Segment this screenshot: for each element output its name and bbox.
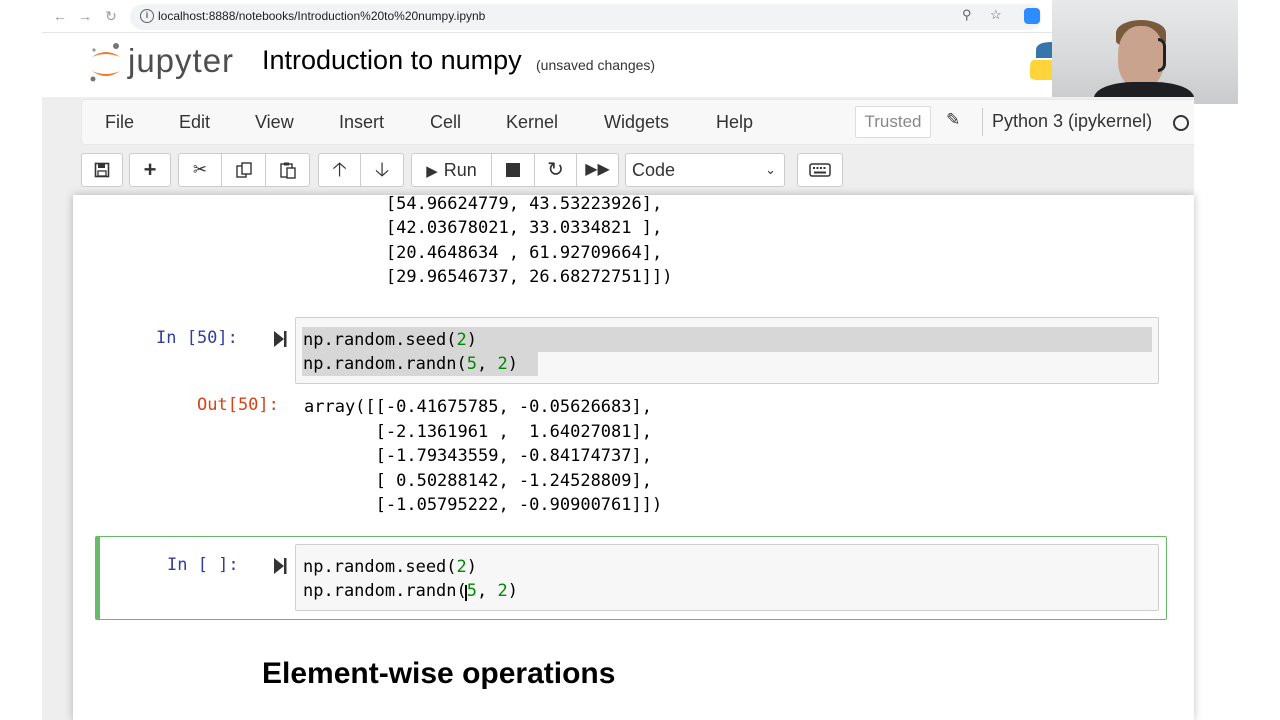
- copy-icon: [235, 162, 252, 178]
- menu-edit[interactable]: Edit: [179, 112, 210, 133]
- code-line: np.random.seed(2): [303, 330, 478, 350]
- restart-icon: ↻: [547, 159, 564, 181]
- url-text: localhost:8888/notebooks/Introduction%20…: [158, 9, 486, 23]
- output-line: [-2.1361961 , 1.64027081],: [304, 422, 652, 442]
- code-line: np.random.randn(5, 2): [303, 354, 518, 374]
- code-line: np.random.seed(2): [303, 557, 478, 577]
- menu-file[interactable]: File: [105, 112, 134, 133]
- fast-forward-icon: ▶▶: [585, 161, 610, 178]
- chevron-down-icon: ⌄: [765, 162, 776, 177]
- trusted-indicator[interactable]: Trusted: [855, 106, 931, 138]
- jupyter-logo-icon[interactable]: [88, 41, 124, 83]
- output-line: array([[-0.41675785, -0.05626683],: [304, 397, 652, 417]
- arrow-up-icon: 🡡: [332, 159, 347, 181]
- cut-button[interactable]: ✂: [178, 153, 222, 187]
- jupyter-wordmark[interactable]: jupyter: [128, 42, 234, 80]
- save-status: (unsaved changes): [536, 57, 656, 73]
- reload-icon[interactable]: ↻: [101, 6, 121, 26]
- code-input[interactable]: np.random.seed(2) np.random.randn(5, 2): [295, 544, 1159, 611]
- input-prompt: In [50]:: [156, 328, 238, 348]
- webcam-overlay: [1052, 0, 1238, 104]
- edit-pencil-icon[interactable]: ✎: [946, 110, 960, 130]
- output-prompt: Out[50]:: [197, 395, 279, 415]
- notebook-scroll-area[interactable]: [54.96624779, 43.53223926], [42.03678021…: [42, 194, 1194, 720]
- notebook-title[interactable]: Introduction to numpy: [262, 45, 522, 76]
- stop-icon: [506, 163, 520, 177]
- notebook-container: [54.96624779, 43.53223926], [42.03678021…: [73, 194, 1194, 720]
- menu-insert[interactable]: Insert: [339, 112, 384, 133]
- menu-kernel[interactable]: Kernel: [506, 112, 558, 133]
- menu-widgets[interactable]: Widgets: [604, 112, 669, 133]
- keyboard-icon: [809, 163, 831, 177]
- back-arrow-icon[interactable]: ←: [50, 6, 70, 26]
- left-margin: [0, 0, 42, 720]
- interrupt-button[interactable]: [492, 153, 535, 187]
- run-cell-icon[interactable]: [273, 330, 287, 348]
- cell-type-select[interactable]: Code ⌄: [625, 153, 785, 187]
- run-cell-icon[interactable]: [273, 557, 287, 575]
- kernel-status-icon: [1173, 115, 1189, 131]
- toolbar: + ✂ 🡡 🡣 ▶ Run ↻ ▶▶ Code ⌄: [42, 149, 1194, 195]
- input-prompt: In [ ]:: [167, 555, 239, 575]
- prev-output-line: [20.4648634 , 61.92709664],: [304, 243, 663, 263]
- paste-icon: [279, 162, 296, 179]
- address-bar[interactable]: i localhost:8888/notebooks/Introduction%…: [130, 4, 1042, 30]
- save-icon: [94, 162, 110, 178]
- prev-output-line: [42.03678021, 33.0334821 ],: [304, 218, 663, 238]
- run-button[interactable]: ▶ Run: [411, 153, 492, 187]
- code-input[interactable]: np.random.seed(2) np.random.randn(5, 2): [295, 317, 1159, 384]
- restart-button[interactable]: ↻: [535, 153, 577, 187]
- run-label: Run: [443, 160, 477, 180]
- scissors-icon: ✂: [192, 160, 208, 179]
- move-down-button[interactable]: 🡣: [361, 153, 404, 187]
- insert-cell-button[interactable]: +: [129, 153, 171, 187]
- python-logo-icon: [1030, 42, 1052, 80]
- cell-type-value: Code: [632, 160, 676, 180]
- browser-toolbar: ← → ↻ i localhost:8888/notebooks/Introdu…: [42, 0, 1052, 33]
- command-palette-button[interactable]: [797, 153, 843, 187]
- menu-help[interactable]: Help: [716, 112, 753, 133]
- play-icon: ▶: [426, 163, 438, 180]
- move-up-button[interactable]: 🡡: [318, 153, 361, 187]
- arrow-down-icon: 🡣: [374, 159, 390, 181]
- prev-output-line: [54.96624779, 43.53223926],: [304, 194, 663, 214]
- info-icon[interactable]: i: [140, 9, 154, 23]
- menu-view[interactable]: View: [255, 112, 294, 133]
- bookmark-star-icon[interactable]: ☆: [990, 7, 1002, 23]
- kernel-divider: [982, 108, 983, 136]
- kernel-name[interactable]: Python 3 (ipykernel): [992, 111, 1152, 132]
- markdown-heading: Element-wise operations: [262, 657, 616, 690]
- restart-run-all-button[interactable]: ▶▶: [577, 153, 619, 187]
- menubar: File Edit View Insert Cell Kernel Widget…: [81, 99, 1194, 145]
- output-line: [-1.05795222, -0.90900761]]): [304, 495, 663, 515]
- copy-button[interactable]: [222, 153, 266, 187]
- code-line: np.random.randn(5, 2): [303, 581, 518, 601]
- menubar-container: File Edit View Insert Cell Kernel Widget…: [42, 97, 1194, 195]
- text-cursor: [465, 585, 467, 601]
- output-line: [ 0.50288142, -1.24528809],: [304, 471, 652, 491]
- save-button[interactable]: [81, 153, 123, 187]
- forward-arrow-icon[interactable]: →: [75, 6, 95, 26]
- zoom-icon[interactable]: ⚲: [962, 7, 972, 23]
- plus-icon: +: [143, 157, 157, 182]
- paste-button[interactable]: [266, 153, 310, 187]
- jupyter-header: jupyter Introduction to numpy (unsaved c…: [42, 33, 1052, 97]
- output-line: [-1.79343559, -0.84174737],: [304, 446, 652, 466]
- menu-cell[interactable]: Cell: [430, 112, 461, 133]
- zoom-extension-icon[interactable]: [1024, 8, 1040, 24]
- prev-output-line: [29.96546737, 26.68272751]]): [304, 267, 673, 287]
- headset-icon: [1158, 38, 1166, 72]
